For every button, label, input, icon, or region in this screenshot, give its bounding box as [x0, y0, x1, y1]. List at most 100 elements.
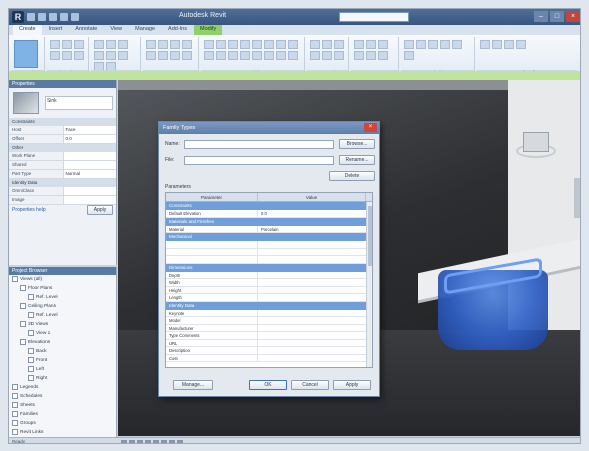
parameter-group-header[interactable]: Dimensions — [166, 263, 372, 272]
browse-button[interactable]: Browse... — [339, 139, 375, 149]
parameter-row[interactable]: Type Comments — [166, 332, 372, 340]
expand-toggle-icon[interactable] — [12, 392, 18, 399]
parameter-value[interactable] — [258, 340, 366, 347]
tool-icon[interactable] — [204, 40, 214, 49]
sun-path-icon[interactable] — [145, 440, 151, 443]
prop-value[interactable]: Face — [62, 126, 116, 134]
tool-icon[interactable] — [50, 40, 60, 49]
tool-icon[interactable] — [354, 51, 364, 60]
parameter-group-header[interactable]: Mechanical — [166, 233, 372, 241]
rename-button[interactable]: Rename... — [339, 155, 375, 165]
tool-icon[interactable] — [74, 51, 84, 60]
tool-icon[interactable] — [204, 51, 214, 60]
browser-tree-item[interactable]: Floor Plans — [9, 284, 116, 293]
tool-icon[interactable] — [504, 40, 514, 49]
parameter-value[interactable] — [258, 310, 366, 317]
expand-toggle-icon[interactable] — [28, 356, 34, 363]
browser-tree-item[interactable]: Ceiling Plans — [9, 302, 116, 311]
tool-icon[interactable] — [158, 51, 168, 60]
maximize-button[interactable]: □ — [550, 11, 564, 22]
browser-tree-item[interactable]: Front — [9, 356, 116, 365]
tool-icon[interactable] — [378, 40, 388, 49]
tool-icon[interactable] — [158, 40, 168, 49]
tab-manage[interactable]: Manage — [129, 25, 161, 35]
tool-icon[interactable] — [170, 40, 180, 49]
tool-icon[interactable] — [264, 51, 274, 60]
tool-icon[interactable] — [50, 51, 60, 60]
tool-icon[interactable] — [106, 40, 116, 49]
manage-lookup-button[interactable]: Manage... — [173, 380, 213, 390]
parameter-value[interactable] — [258, 279, 366, 286]
visual-style-icon[interactable] — [137, 440, 143, 443]
prop-value[interactable] — [62, 152, 116, 160]
parameter-value[interactable] — [258, 294, 366, 301]
tool-icon[interactable] — [228, 51, 238, 60]
prop-row[interactable]: Host Face — [9, 126, 116, 135]
tool-icon[interactable] — [288, 51, 298, 60]
parameter-value[interactable] — [258, 317, 366, 324]
browser-tree-item[interactable]: Right — [9, 374, 116, 383]
tool-icon[interactable] — [366, 51, 376, 60]
expand-toggle-icon[interactable] — [28, 293, 34, 300]
browser-tree-item[interactable]: Elevations — [9, 338, 116, 347]
tool-icon[interactable] — [146, 40, 156, 49]
tool-icon[interactable] — [62, 40, 72, 49]
parameter-value[interactable] — [258, 355, 366, 362]
ok-button[interactable]: OK — [249, 380, 287, 390]
prop-group-other[interactable]: Other — [9, 144, 116, 152]
browser-tree-item[interactable]: Groups — [9, 419, 116, 428]
tool-icon[interactable] — [428, 40, 438, 49]
type-selector[interactable]: Sink — [44, 96, 113, 110]
parameter-row[interactable]: Material Porcelain — [166, 225, 372, 233]
app-logo-icon[interactable]: R — [12, 11, 24, 23]
parameter-row[interactable] — [166, 248, 372, 256]
expand-toggle-icon[interactable] — [20, 338, 26, 345]
parameter-group-header[interactable]: Materials and Finishes — [166, 217, 372, 226]
parameter-value[interactable] — [258, 332, 366, 339]
tool-icon[interactable] — [492, 40, 502, 49]
parameter-row[interactable] — [166, 256, 372, 264]
prop-value[interactable] — [62, 161, 116, 169]
render-icon[interactable] — [161, 440, 167, 443]
expand-toggle-icon[interactable] — [28, 374, 34, 381]
prop-group-constraints[interactable]: Constraints — [9, 118, 116, 126]
tool-icon[interactable] — [334, 40, 344, 49]
parameter-row[interactable]: Height — [166, 286, 372, 294]
tool-icon[interactable] — [240, 40, 250, 49]
expand-toggle-icon[interactable] — [12, 419, 18, 426]
tool-icon[interactable] — [276, 40, 286, 49]
tool-icon[interactable] — [404, 51, 414, 60]
parameter-value[interactable]: 0.0 — [258, 210, 366, 217]
undo-icon[interactable] — [49, 13, 57, 21]
parameter-value[interactable] — [258, 241, 366, 248]
expand-toggle-icon[interactable] — [28, 329, 34, 336]
expand-toggle-icon[interactable] — [12, 401, 18, 408]
tool-icon[interactable] — [516, 40, 526, 49]
tool-icon[interactable] — [322, 40, 332, 49]
tool-icon[interactable] — [182, 40, 192, 49]
expand-toggle-icon[interactable] — [12, 275, 18, 282]
tool-icon[interactable] — [118, 40, 128, 49]
browser-tree-item[interactable]: Families — [9, 410, 116, 419]
parameter-group-header[interactable]: Identity Data — [166, 301, 372, 310]
tool-icon[interactable] — [264, 40, 274, 49]
parameter-value[interactable] — [258, 325, 366, 332]
properties-help-link[interactable]: Properties help — [9, 205, 49, 215]
tool-icon[interactable] — [354, 40, 364, 49]
browser-tree-item[interactable]: Schedules — [9, 392, 116, 401]
tab-view[interactable]: View — [104, 25, 128, 35]
browser-tree-item[interactable]: Back — [9, 347, 116, 356]
parameter-group-header[interactable]: Constraints — [166, 202, 372, 210]
parameter-value[interactable] — [258, 249, 366, 256]
browser-tree-item[interactable]: Revit Links — [9, 428, 116, 437]
tool-icon[interactable] — [452, 40, 462, 49]
tool-icon[interactable] — [170, 51, 180, 60]
delete-button[interactable]: Delete — [329, 171, 375, 181]
tool-icon[interactable] — [276, 51, 286, 60]
tool-icon[interactable] — [216, 51, 226, 60]
shadows-icon[interactable] — [153, 440, 159, 443]
tab-insert[interactable]: Insert — [43, 25, 69, 35]
print-icon[interactable] — [71, 13, 79, 21]
prop-row[interactable]: OmniClass — [9, 187, 116, 196]
parameter-value[interactable] — [258, 256, 366, 263]
